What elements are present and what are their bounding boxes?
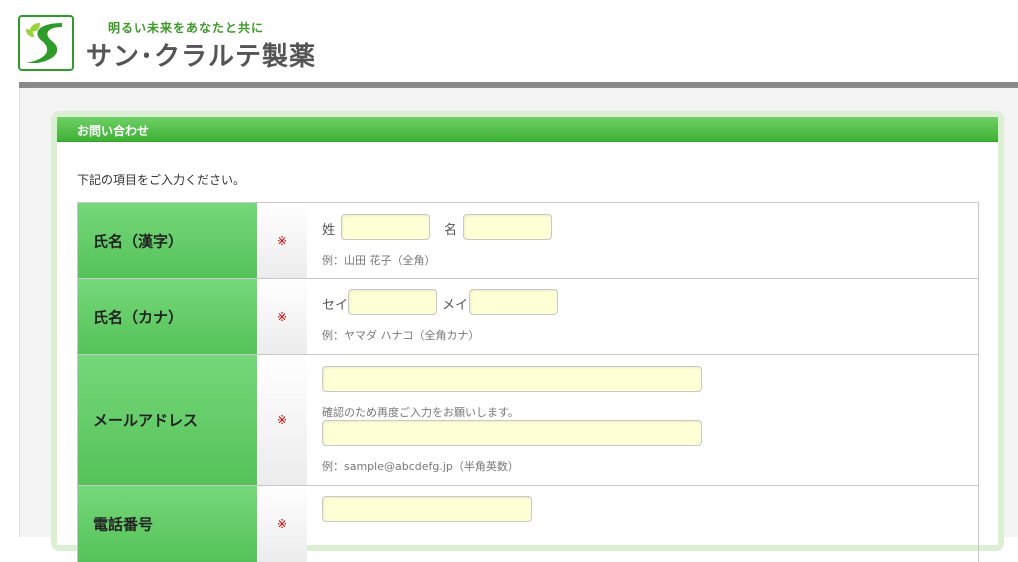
row-label: 電話番号 [93, 515, 154, 534]
email-confirm-input[interactable] [322, 420, 702, 446]
name-kana-hint: 例：ヤマダ ハナコ（全角カナ） [322, 329, 480, 342]
form-intro: 下記の項目をご入力ください。 [77, 173, 246, 187]
first-name-prefix: 名 [444, 223, 458, 238]
first-name-kanji-input[interactable] [463, 214, 552, 240]
panel-header: お問い合わせ [57, 117, 998, 142]
last-name-kanji-input[interactable] [341, 214, 430, 240]
row-label-cell: 氏名（カナ） [77, 279, 257, 354]
phone-input[interactable] [322, 496, 532, 522]
form-row-phone: 電話番号 ※ [77, 486, 979, 562]
field-cell: セイ メイ 例：ヤマダ ハナコ（全角カナ） [307, 279, 979, 354]
row-label: メールアドレス [93, 411, 199, 430]
required-cell: ※ [257, 203, 307, 278]
last-name-kana-input[interactable] [348, 289, 437, 315]
required-mark: ※ [276, 413, 288, 427]
email-input[interactable] [322, 366, 702, 392]
form-row-email: メールアドレス ※ 確認のため再度ご入力をお願いします。 例：sample@ab… [77, 355, 979, 486]
required-mark: ※ [276, 233, 288, 248]
name-kanji-hint: 例：山田 花子（全角） [322, 254, 436, 267]
email-hint: 例：sample@abcdefg.jp（半角英数） [322, 460, 519, 473]
row-label: 氏名（カナ） [93, 308, 184, 326]
tagline: 明るい未来をあなたと共に [108, 21, 265, 35]
panel-title: お問い合わせ [77, 124, 150, 138]
required-mark: ※ [276, 517, 288, 531]
company-name[interactable]: サン･クラルテ製薬 [86, 36, 316, 73]
form-row-name-kanji: 氏名（漢字） ※ 姓 名 例：山田 花子（全角） [77, 203, 979, 279]
site-header: 明るい未来をあなたと共に サン･クラルテ製薬 [0, 0, 1018, 82]
row-label-cell: メールアドレス [77, 355, 257, 485]
row-label: 氏名（漢字） [93, 232, 184, 250]
required-cell: ※ [257, 355, 307, 485]
required-cell: ※ [257, 486, 307, 562]
contact-panel: お問い合わせ 下記の項目をご入力ください。 氏名（漢字） ※ 姓 名 例：山田 … [51, 111, 1004, 562]
last-name-prefix: 姓 [322, 223, 336, 238]
s-road-leaf-logo-icon[interactable] [18, 15, 74, 71]
email-confirm-note: 確認のため再度ご入力をお願いします。 [322, 406, 519, 419]
first-name-kana-prefix: メイ [442, 298, 469, 313]
required-cell: ※ [257, 279, 307, 354]
row-label-cell: 電話番号 [77, 486, 257, 562]
last-name-kana-prefix: セイ [322, 298, 349, 313]
row-label-cell: 氏名（漢字） [77, 203, 257, 278]
first-name-kana-input[interactable] [469, 289, 558, 315]
field-cell [307, 486, 979, 562]
field-cell: 確認のため再度ご入力をお願いします。 例：sample@abcdefg.jp（半… [307, 355, 979, 485]
required-mark: ※ [276, 309, 288, 324]
form-row-name-kana: 氏名（カナ） ※ セイ メイ 例：ヤマダ ハナコ（全角カナ） [77, 279, 979, 355]
contact-form: 氏名（漢字） ※ 姓 名 例：山田 花子（全角） 氏名（カナ） ※ セイ メイ … [77, 202, 979, 562]
field-cell: 姓 名 例：山田 花子（全角） [307, 203, 979, 278]
